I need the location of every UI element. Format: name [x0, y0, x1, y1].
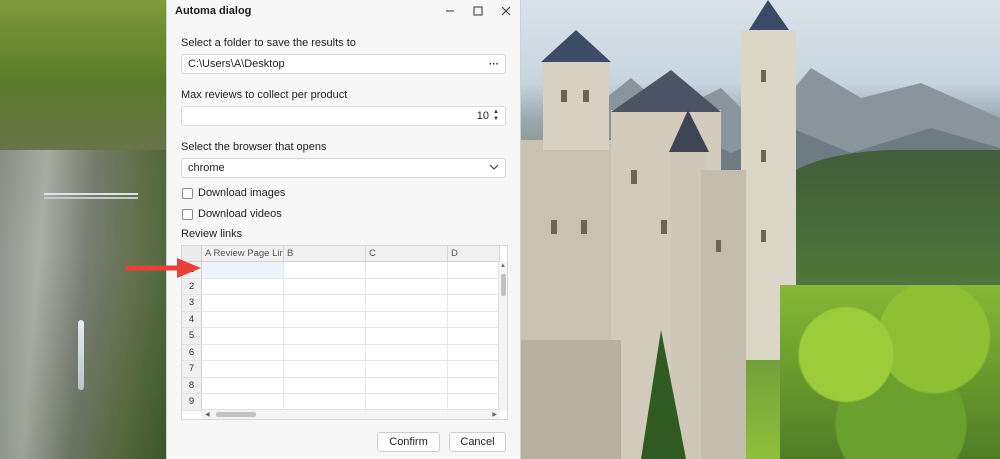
sheet-cell[interactable] — [366, 311, 448, 328]
browser-selected-value: chrome — [188, 162, 225, 174]
sheet-cell[interactable] — [284, 311, 366, 328]
sheet-cell[interactable] — [448, 377, 500, 394]
download-images-option[interactable]: Download images — [181, 187, 506, 199]
sheet-cell[interactable] — [284, 278, 366, 295]
sheet-cell[interactable] — [448, 295, 500, 312]
window-title: Automa dialog — [175, 5, 252, 17]
chevron-down-icon[interactable] — [489, 163, 499, 174]
column-header-c[interactable]: C — [366, 246, 448, 262]
folder-label: Select a folder to save the results to — [181, 37, 356, 49]
sheet-cell[interactable] — [366, 278, 448, 295]
wallpaper-castle — [521, 0, 796, 459]
horizontal-scroll-thumb[interactable] — [216, 412, 256, 417]
sheet-cell[interactable] — [202, 328, 284, 345]
sheet-cell[interactable] — [284, 295, 366, 312]
wallpaper-left-cliffs — [0, 0, 166, 459]
sheet-cell[interactable] — [202, 377, 284, 394]
review-links-label: Review links — [181, 228, 243, 240]
sheet-cell[interactable] — [366, 344, 448, 361]
vertical-scrollbar[interactable]: ▲ — [498, 262, 507, 411]
row-header[interactable]: 3 — [182, 295, 202, 312]
column-header-b[interactable]: B — [284, 246, 366, 262]
sheet-cell[interactable] — [366, 328, 448, 345]
sheet-cell[interactable] — [202, 344, 284, 361]
sheet-cell[interactable] — [202, 295, 284, 312]
sheet-cell[interactable] — [448, 344, 500, 361]
row-header[interactable]: 5 — [182, 328, 202, 345]
close-icon[interactable] — [492, 0, 520, 22]
sheet-cell[interactable] — [448, 361, 500, 378]
sheet-cell[interactable] — [366, 361, 448, 378]
browser-label: Select the browser that opens — [181, 141, 327, 153]
number-stepper[interactable]: ▲ ▼ — [493, 109, 499, 123]
row-header[interactable]: 8 — [182, 377, 202, 394]
horizontal-scrollbar[interactable]: ◀ ▶ — [202, 409, 500, 419]
row-header[interactable]: 7 — [182, 361, 202, 378]
scroll-up-icon[interactable]: ▲ — [500, 263, 506, 269]
maximize-icon[interactable] — [464, 0, 492, 22]
confirm-button[interactable]: Confirm — [377, 432, 440, 452]
scroll-left-icon[interactable]: ◀ — [205, 411, 210, 418]
wallpaper-waterfall — [78, 320, 84, 390]
row-header[interactable]: 6 — [182, 344, 202, 361]
vertical-scroll-thumb[interactable] — [501, 274, 506, 296]
automa-dialog-window: Automa dialog Select a folder to save th… — [166, 0, 521, 459]
title-bar[interactable]: Automa dialog — [167, 0, 520, 22]
sheet-cell[interactable] — [448, 328, 500, 345]
row-header[interactable]: 4 — [182, 311, 202, 328]
row-header[interactable]: 2 — [182, 278, 202, 295]
wallpaper-bridge — [44, 193, 138, 199]
column-header-a[interactable]: A Review Page Link — [202, 246, 284, 262]
sheet-cell[interactable] — [284, 262, 366, 279]
download-videos-option[interactable]: Download videos — [181, 208, 506, 220]
sheet-cell[interactable] — [284, 361, 366, 378]
scroll-right-icon[interactable]: ▶ — [492, 411, 497, 418]
max-reviews-label: Max reviews to collect per product — [181, 89, 348, 101]
folder-path-value: C:\Users\A\Desktop — [188, 58, 285, 70]
cancel-button[interactable]: Cancel — [449, 432, 506, 452]
column-header-d[interactable]: D — [448, 246, 500, 262]
sheet-cell[interactable] — [202, 278, 284, 295]
download-images-checkbox[interactable] — [182, 187, 193, 199]
sheet-cell[interactable] — [448, 278, 500, 295]
sheet-cell[interactable] — [448, 262, 500, 279]
browse-folder-button[interactable]: ··· — [489, 59, 499, 70]
annotation-arrow-icon — [125, 258, 201, 278]
download-videos-label: Download videos — [198, 208, 282, 220]
download-videos-checkbox[interactable] — [182, 208, 193, 220]
wallpaper-trees — [780, 285, 1000, 459]
sheet-cell[interactable] — [366, 377, 448, 394]
max-reviews-value: 10 — [476, 110, 490, 122]
review-links-sheet[interactable]: A Review Page Link B C D 123456789 ▲ ◀ ▶ — [181, 245, 508, 420]
max-reviews-input[interactable]: 10 ▲ ▼ — [181, 106, 506, 126]
folder-path-field[interactable]: C:\Users\A\Desktop ··· — [181, 54, 506, 74]
sheet-cell[interactable] — [366, 262, 448, 279]
sheet-cell[interactable] — [202, 311, 284, 328]
sheet-cell[interactable] — [448, 311, 500, 328]
sheet-cell[interactable] — [202, 361, 284, 378]
browser-select[interactable]: chrome — [181, 158, 506, 178]
dialog-footer: Confirm Cancel — [167, 432, 522, 452]
download-images-label: Download images — [198, 187, 286, 199]
sheet-cell[interactable] — [366, 295, 448, 312]
minimize-icon[interactable] — [436, 0, 464, 22]
sheet-cell[interactable] — [284, 377, 366, 394]
sheet-cell[interactable] — [284, 328, 366, 345]
sheet-cell[interactable] — [202, 262, 284, 279]
sheet-cell[interactable] — [284, 344, 366, 361]
stepper-up-icon[interactable]: ▲ — [493, 109, 499, 116]
row-header[interactable]: 9 — [182, 394, 202, 411]
stepper-down-icon[interactable]: ▼ — [493, 116, 499, 123]
